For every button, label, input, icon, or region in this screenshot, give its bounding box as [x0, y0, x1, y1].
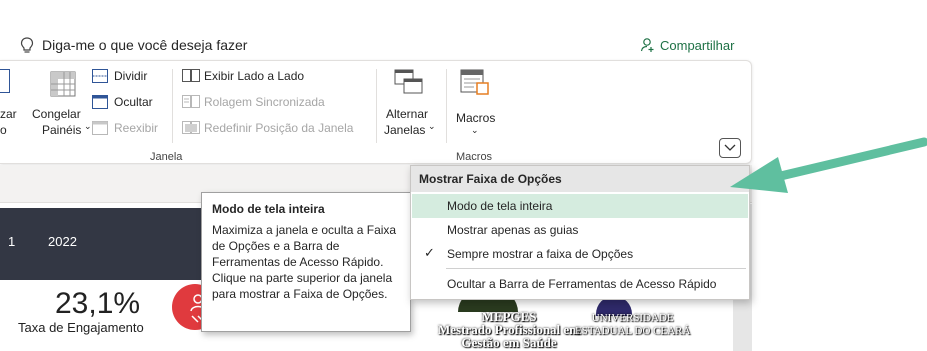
sync-scroll-label: Rolagem Sincronizada [204, 95, 325, 109]
freeze-label-2: Painéis [42, 123, 82, 137]
split-label: Dividir [114, 69, 148, 83]
uece-line: UNIVERSIDADE [591, 312, 674, 324]
engagement-value: 23,1% [55, 287, 141, 320]
menu-item-label: Sempre mostrar a faixa de Opções [447, 247, 634, 261]
sync-scroll-icon [182, 95, 200, 108]
ribbon-display-options-menu: Mostrar Faixa de Opções Modo de tela int… [410, 165, 750, 300]
year-label: 2022 [48, 234, 77, 249]
chevron-down-icon: ⌄ [428, 121, 436, 131]
menu-item-label: Mostrar apenas as guias [447, 223, 579, 237]
reset-position-icon [182, 121, 200, 134]
share-label: Compartilhar [660, 37, 735, 53]
macros-icon [460, 69, 489, 95]
uece-line: ESTADUAL DO CEARÁ [575, 325, 691, 337]
side-by-side-label: Exibir Lado a Lado [204, 69, 305, 83]
hide-label: Ocultar [114, 95, 153, 109]
tell-me-bar: Diga-me o que você deseja fazer Comparti… [0, 30, 760, 60]
ribbon-separator [172, 69, 173, 143]
group-label-janela: Janela [150, 151, 183, 163]
menu-item-label: Modo de tela inteira [447, 199, 553, 213]
tell-me-input[interactable]: Diga-me o que você deseja fazer [42, 37, 247, 53]
ribbon-separator [376, 69, 377, 143]
mepges-text: MEPGES Mestrado Profissional em Gestão e… [438, 310, 580, 349]
mepges-subtitle: Gestão em Saúde [461, 335, 557, 350]
checkmark-icon: ✓ [424, 245, 435, 260]
person-add-icon [640, 38, 654, 52]
cut-label-2: o [0, 123, 7, 137]
menu-separator [446, 268, 746, 269]
side-by-side-icon [182, 69, 200, 82]
tooltip: Modo de tela inteira Maximiza a janela e… [201, 192, 411, 332]
switch-windows-icon [394, 69, 423, 94]
share-button[interactable]: Compartilhar [640, 37, 734, 53]
chevron-down-icon: ⌄ [471, 125, 479, 135]
menu-item-always-show-ribbon[interactable]: ✓ Sempre mostrar a faixa de Opções [412, 242, 748, 266]
freeze-label-1: Congelar [32, 107, 81, 121]
menu-item-full-screen[interactable]: Modo de tela inteira [412, 194, 748, 218]
ribbon-separator [446, 69, 447, 143]
freeze-panes-button[interactable]: Congelar Painéis ⌄ [32, 67, 92, 147]
tooltip-body: Maximiza a janela e oculta a Faixa de Op… [212, 223, 397, 301]
switch-label-2: Janelas [384, 123, 426, 137]
macros-label: Macros [456, 111, 496, 125]
reset-position-label: Redefinir Posição da Janela [204, 121, 354, 135]
hide-window-icon [92, 95, 108, 109]
menu-header: Mostrar Faixa de Opções [411, 166, 749, 192]
engagement-label: Taxa de Engajamento [18, 320, 144, 335]
switch-windows-button[interactable]: Alternar Janelas ⌄ [378, 67, 442, 147]
freeze-panes-icon [50, 71, 76, 97]
menu-item-label: Ocultar a Barra de Ferramentas de Acesso… [447, 277, 717, 291]
unhide-label: Reexibir [114, 121, 159, 135]
ribbon-view-tab: zar o Congelar Painéis ⌄ Dividir Ocultar [0, 60, 752, 164]
uece-text: UNIVERSIDADE ESTADUAL DO CEARÁ [575, 312, 690, 338]
switch-label-1: Alternar [386, 107, 429, 121]
annotation-arrow-icon [730, 137, 927, 193]
split-icon [92, 69, 108, 83]
macros-button[interactable]: Macros ⌄ [452, 67, 502, 147]
menu-item-hide-quick-access-toolbar[interactable]: Ocultar a Barra de Ferramentas de Acesso… [412, 272, 748, 296]
lightbulb-icon [20, 37, 34, 53]
unhide-window-icon [92, 121, 108, 135]
chevron-down-icon: ⌄ [84, 121, 92, 131]
group-label-macros: Macros [456, 151, 493, 163]
cut-label-1: zar [0, 107, 17, 121]
tooltip-title: Modo de tela inteira [212, 202, 325, 216]
menu-item-show-tabs[interactable]: Mostrar apenas as guias [412, 218, 748, 242]
year-label: 1 [8, 234, 16, 249]
split-view-icon [0, 69, 10, 93]
